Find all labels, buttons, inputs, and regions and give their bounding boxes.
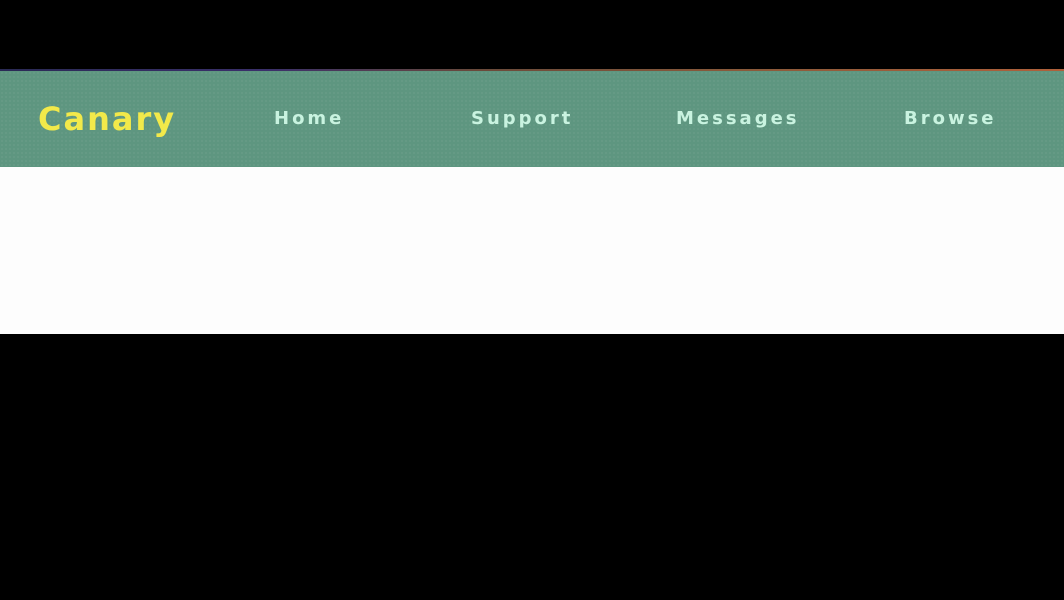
letterbox-bottom: [0, 334, 1064, 600]
letterbox-top: [0, 0, 1064, 69]
content-area: [0, 167, 1064, 334]
screen: Canary Home Support Messages Browse: [0, 0, 1064, 600]
nav-item-support[interactable]: Support: [471, 107, 573, 131]
nav-item-browse[interactable]: Browse: [904, 107, 997, 131]
nav-item-home[interactable]: Home: [274, 107, 344, 131]
nav-item-messages[interactable]: Messages: [676, 107, 800, 131]
brand-logo[interactable]: Canary: [38, 99, 176, 139]
navbar: Canary Home Support Messages Browse: [0, 71, 1064, 167]
